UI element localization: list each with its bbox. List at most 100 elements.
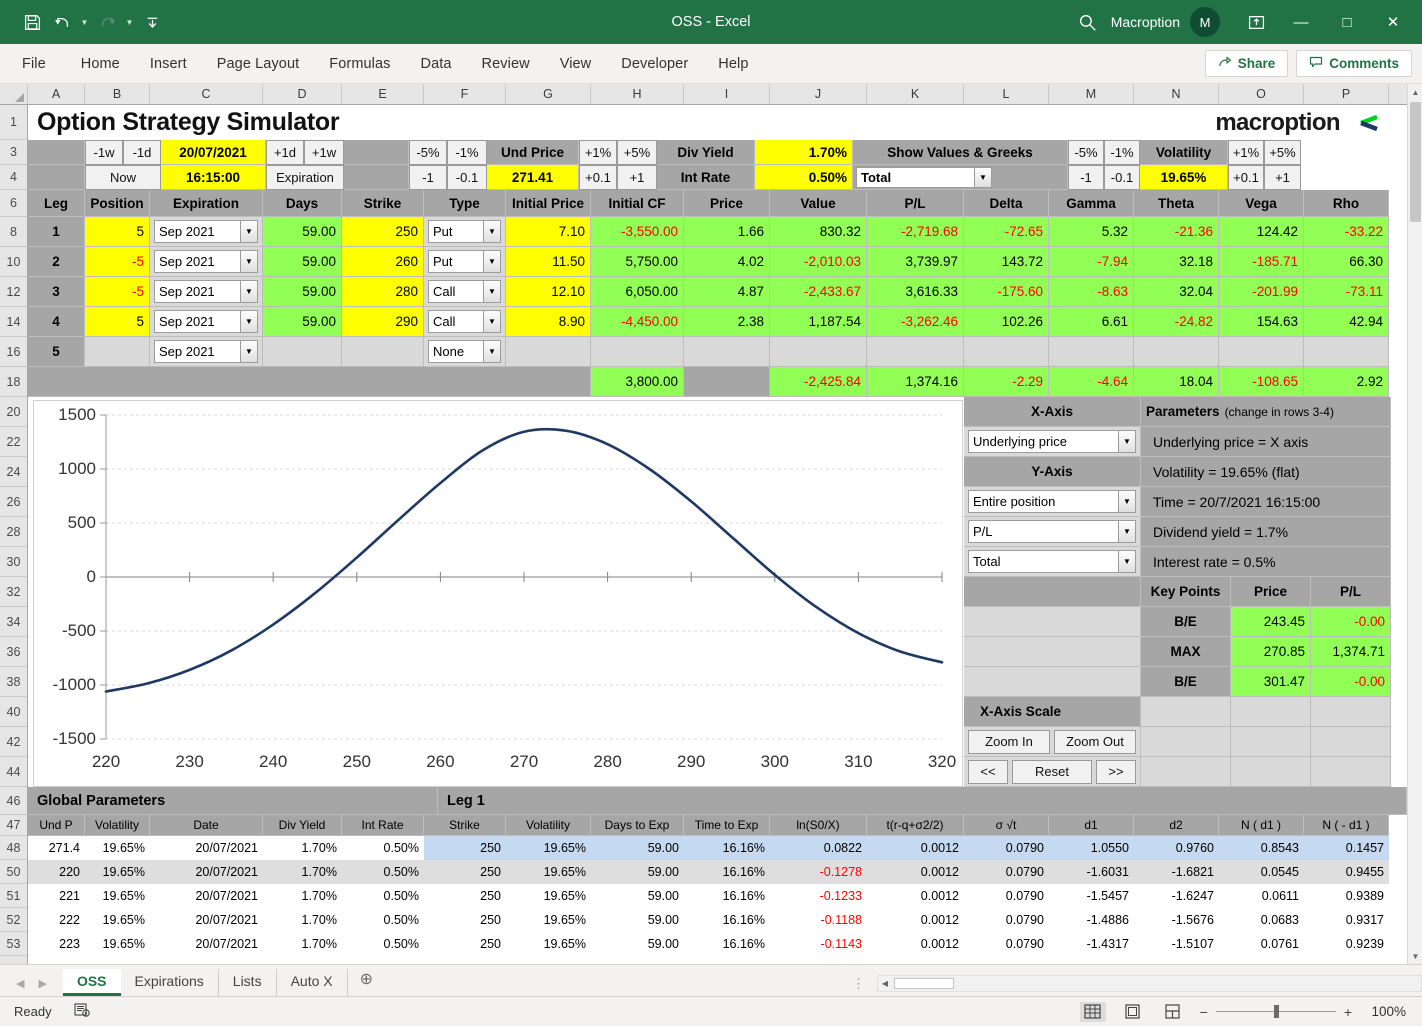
zoom-slider[interactable]: − +	[1200, 1004, 1352, 1020]
tab-home[interactable]: Home	[66, 44, 135, 84]
time-value-cell[interactable]: 16:15:00	[161, 165, 266, 190]
row-header-16[interactable]: 16	[0, 337, 27, 367]
chevron-down-icon[interactable]: ▼	[483, 281, 500, 302]
tab-view[interactable]: View	[545, 44, 607, 84]
row-header-52[interactable]: 52	[0, 908, 27, 932]
col-header-M[interactable]: M	[1049, 84, 1134, 104]
save-icon[interactable]	[18, 8, 46, 36]
vol-plus-1pct-button[interactable]: +1%	[1228, 140, 1264, 165]
ribbon-display-options-icon[interactable]	[1234, 0, 1278, 44]
redo-icon[interactable]	[93, 8, 121, 36]
show-values-dropdown[interactable]: Total ▼	[856, 166, 992, 188]
row-header-44[interactable]: 44	[0, 757, 27, 787]
col-header-E[interactable]: E	[342, 84, 424, 104]
col-header-P[interactable]: P	[1304, 84, 1389, 104]
page-break-view-icon[interactable]	[1160, 1002, 1186, 1022]
vol-minus-5pct-button[interactable]: -5%	[1068, 140, 1104, 165]
sheet-tab-lists[interactable]: Lists	[219, 969, 277, 996]
undo-dropdown-icon[interactable]: ▼	[78, 18, 91, 27]
scroll-down-icon[interactable]: ▼	[1408, 948, 1422, 964]
expiration-button[interactable]: Expiration	[266, 165, 344, 190]
row-header-3[interactable]: 3	[0, 140, 27, 165]
vol-minus-1-button[interactable]: -1	[1068, 165, 1104, 190]
tab-help[interactable]: Help	[703, 44, 763, 84]
minimize-button[interactable]: —	[1278, 0, 1324, 44]
comments-button[interactable]: Comments	[1296, 50, 1412, 77]
row-header-8[interactable]: 8	[0, 217, 27, 247]
chevron-down-icon[interactable]: ▼	[240, 311, 257, 332]
col-header-J[interactable]: J	[770, 84, 867, 104]
tab-insert[interactable]: Insert	[135, 44, 202, 84]
leg-type-dropdown[interactable]: Call ▼	[428, 310, 501, 333]
vol-minus-01-button[interactable]: -0.1	[1104, 165, 1140, 190]
price-plus-1pct-button[interactable]: +1%	[579, 140, 617, 165]
row-header-30[interactable]: 30	[0, 547, 27, 577]
price-minus-1-button[interactable]: -1	[409, 165, 447, 190]
price-minus-1pct-button[interactable]: -1%	[447, 140, 487, 165]
row-header-47[interactable]: 47	[0, 815, 27, 836]
col-header-G[interactable]: G	[506, 84, 591, 104]
chevron-down-icon[interactable]: ▼	[483, 311, 500, 332]
leg-type-dropdown[interactable]: Call ▼	[428, 280, 501, 303]
chevron-down-icon[interactable]: ▼	[240, 281, 257, 302]
row-header-12[interactable]: 12	[0, 277, 27, 307]
price-minus-5pct-button[interactable]: -5%	[409, 140, 447, 165]
leg-expiration-dropdown[interactable]: Sep 2021 ▼	[154, 310, 258, 333]
horizontal-scrollbar[interactable]: ◀	[877, 975, 1422, 992]
col-header-L[interactable]: L	[964, 84, 1049, 104]
leg-type-dropdown[interactable]: Put ▼	[428, 220, 501, 243]
customize-quick-access-icon[interactable]	[138, 8, 166, 36]
row-header-20[interactable]: 20	[0, 397, 27, 427]
leg-expiration-dropdown[interactable]: Sep 2021 ▼	[154, 220, 258, 243]
reset-button[interactable]: Reset	[1012, 759, 1092, 784]
col-header-N[interactable]: N	[1134, 84, 1219, 104]
price-plus-01-button[interactable]: +0.1	[579, 165, 617, 190]
leg-initial-price-input[interactable]	[506, 337, 591, 367]
row-header-6[interactable]: 6	[0, 190, 27, 217]
leg-initial-price-input[interactable]: 11.50	[506, 247, 591, 277]
x-axis-dropdown[interactable]: Underlying price ▼	[968, 430, 1136, 453]
tab-page-layout[interactable]: Page Layout	[202, 44, 315, 84]
sheet-nav-arrows[interactable]: ◀ ▶	[0, 977, 63, 996]
tab-review[interactable]: Review	[467, 44, 545, 84]
leg-position-input[interactable]: -5	[85, 277, 150, 307]
leg-initial-price-input[interactable]: 12.10	[506, 277, 591, 307]
zoom-out-button[interactable]: −	[1200, 1004, 1208, 1020]
chevron-down-icon[interactable]: ▼	[483, 221, 500, 242]
leg-strike-input[interactable]	[342, 337, 424, 367]
add-sheet-button[interactable]: ⊕	[348, 967, 385, 996]
undo-icon[interactable]	[48, 8, 76, 36]
tab-data[interactable]: Data	[406, 44, 467, 84]
row-header-32[interactable]: 32	[0, 577, 27, 607]
row-header-22[interactable]: 22	[0, 427, 27, 457]
row-header-53[interactable]: 53	[0, 932, 27, 956]
leg-position-input[interactable]: 5	[85, 307, 150, 337]
chevron-down-icon[interactable]: ▼	[1118, 521, 1135, 542]
sheet-tab-expirations[interactable]: Expirations	[121, 969, 219, 996]
date-minus-day-button[interactable]: -1d	[123, 140, 161, 165]
col-header-K[interactable]: K	[867, 84, 964, 104]
y-axis-dropdown-2[interactable]: P/L ▼	[968, 520, 1136, 543]
tab-formulas[interactable]: Formulas	[314, 44, 405, 84]
tab-developer[interactable]: Developer	[606, 44, 703, 84]
div-yield-value[interactable]: 1.70%	[755, 140, 853, 165]
zoom-in-button[interactable]: +	[1344, 1004, 1352, 1020]
int-rate-value[interactable]: 0.50%	[755, 165, 853, 190]
col-header-B[interactable]: B	[85, 84, 150, 104]
und-price-value[interactable]: 271.41	[487, 165, 579, 190]
row-header-18[interactable]: 18	[0, 367, 27, 397]
tab-file[interactable]: File	[0, 44, 66, 84]
sheet-tab-oss[interactable]: OSS	[62, 969, 121, 996]
zoom-knob[interactable]	[1273, 1005, 1279, 1018]
share-button[interactable]: Share	[1204, 50, 1289, 77]
date-value-cell[interactable]: 20/07/2021	[161, 140, 266, 165]
price-plus-5pct-button[interactable]: +5%	[617, 140, 657, 165]
y-axis-dropdown-3[interactable]: Total ▼	[968, 550, 1136, 573]
col-header-A[interactable]: A	[28, 84, 85, 104]
row-header-40[interactable]: 40	[0, 697, 27, 727]
leg-position-input[interactable]: -5	[85, 247, 150, 277]
row-header-34[interactable]: 34	[0, 607, 27, 637]
y-axis-dropdown-1[interactable]: Entire position ▼	[968, 490, 1136, 513]
leg-expiration-dropdown[interactable]: Sep 2021 ▼	[154, 280, 258, 303]
now-button[interactable]: Now	[85, 165, 161, 190]
